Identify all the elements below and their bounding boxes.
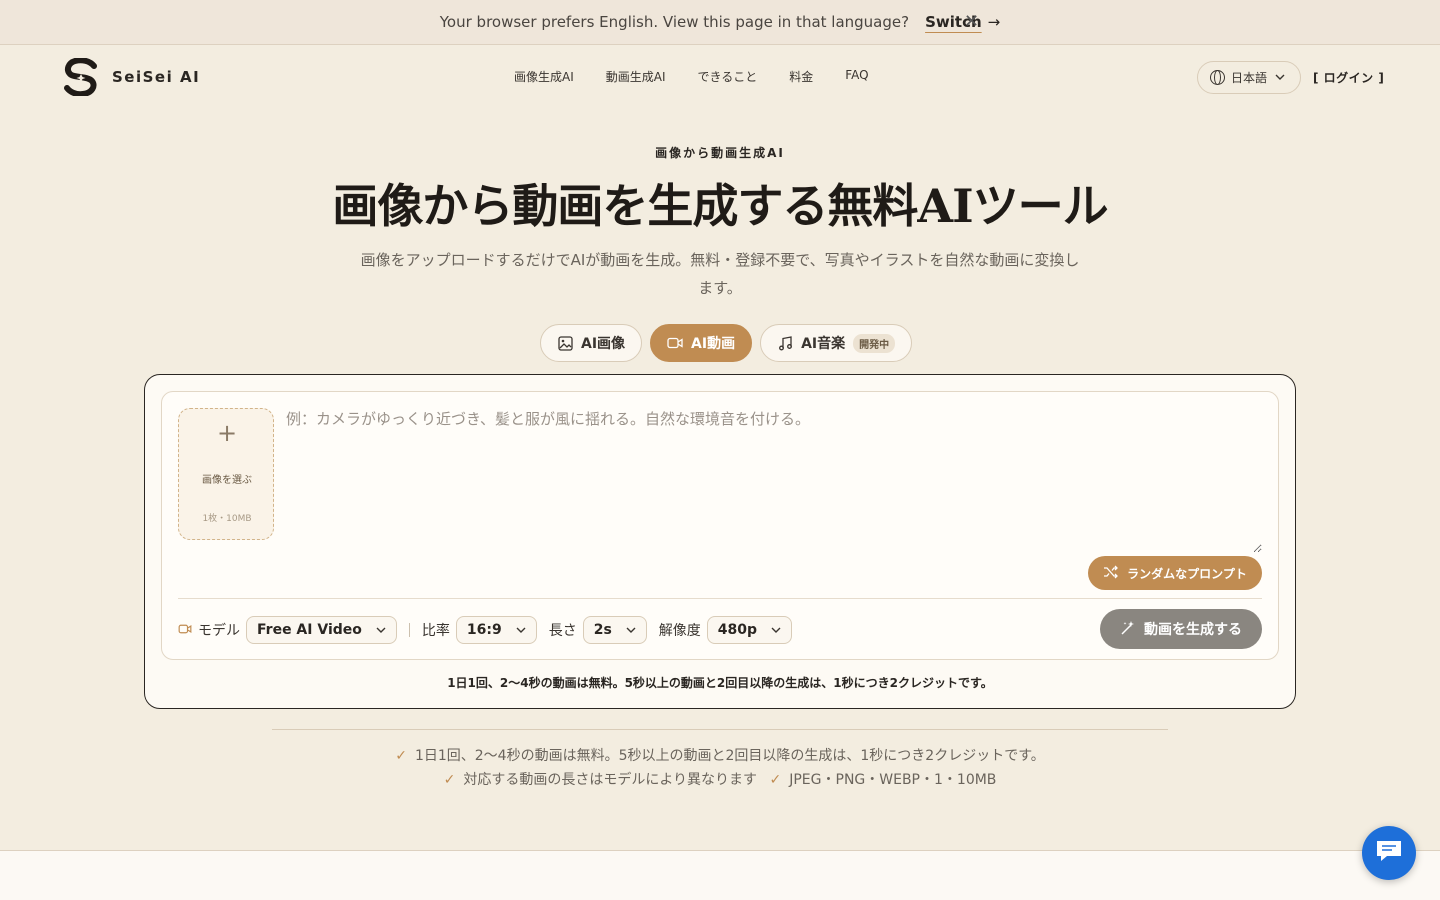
- status-badge: 開発中: [853, 333, 896, 353]
- ratio-select-value: 16:9: [466, 622, 502, 638]
- login-button[interactable]: [ ログイン ]: [1313, 69, 1384, 86]
- upload-label: 画像を選ぶ: [202, 475, 252, 486]
- plus-icon: +: [216, 419, 238, 447]
- ratio-label: 比率: [421, 623, 450, 639]
- page-title: 画像から動画を生成する無料AIツール: [332, 179, 1108, 233]
- chevron-down-icon: [771, 625, 781, 636]
- generate-video-label: 動画を生成する: [1144, 621, 1242, 637]
- tab-ai-music[interactable]: AI音楽 開発中: [760, 324, 913, 362]
- chat-bubble-icon: [1374, 838, 1404, 868]
- separator: [408, 623, 410, 637]
- model-select[interactable]: Free AI Video: [246, 616, 397, 644]
- chevron-down-icon: [1275, 72, 1285, 83]
- language-selector[interactable]: 日本語: [1197, 61, 1301, 94]
- random-prompt-label: ランダムなプロンプト: [1127, 566, 1247, 581]
- tab-ai-video-label: AI動画: [691, 336, 736, 352]
- tab-ai-music-label: AI音楽: [801, 336, 846, 352]
- resolution-select[interactable]: 480p: [706, 616, 793, 644]
- hero-subtitle-line1: 画像をアップロードするだけでAIが動画を生成。無料・登録不要で、写真やイラストを…: [360, 251, 1080, 269]
- nav-item-features[interactable]: できること: [698, 68, 758, 85]
- image-upload-dropzone[interactable]: + 画像を選ぶ 1枚・10MB: [178, 408, 274, 540]
- check-icon: ✓: [395, 748, 407, 764]
- site-header: SeiSei AI 画像生成AI 動画生成AI できること 料金 FAQ 日本語…: [0, 46, 1440, 110]
- nav-item-pricing[interactable]: 料金: [789, 68, 813, 85]
- ratio-select[interactable]: 16:9: [455, 616, 537, 644]
- next-section: [0, 850, 1440, 900]
- brand-name: SeiSei AI: [112, 68, 201, 86]
- arrow-right-icon[interactable]: →: [988, 13, 1001, 31]
- length-label: 長さ: [548, 623, 577, 639]
- tab-ai-image-label: AI画像: [581, 336, 626, 352]
- feature-note-2: ✓ 対応する動画の長さはモデルにより異なります ✓ JPEG・PNG・WEBP・1・…: [0, 768, 1440, 792]
- image-icon: [557, 335, 573, 351]
- tab-ai-image[interactable]: AI画像: [540, 324, 643, 362]
- divider: [272, 729, 1168, 730]
- hero-subtitle: 画像をアップロードするだけでAIが動画を生成。無料・登録不要で、写真やイラストを…: [330, 246, 1110, 302]
- logo-icon: [64, 57, 98, 98]
- language-selector-value: 日本語: [1231, 71, 1268, 85]
- prompt-input[interactable]: [286, 408, 1262, 553]
- check-icon: ✓: [769, 772, 782, 788]
- hero-eyebrow: 画像から動画生成AI: [655, 146, 785, 160]
- generation-settings: モデル Free AI Video 比率 16:9 長さ 2s 解像度 480p: [178, 615, 793, 645]
- feature-note-3-text: JPEG・PNG・WEBP・1・10MB: [789, 772, 997, 788]
- generator-card: + 画像を選ぶ 1枚・10MB ランダムなプロンプト モデル Free AI V…: [144, 374, 1296, 709]
- divider: [178, 598, 1262, 599]
- video-icon: [178, 623, 192, 637]
- chevron-down-icon: [626, 625, 636, 636]
- resolution-label: 解像度: [658, 623, 701, 639]
- length-select-value: 2s: [593, 622, 612, 638]
- chat-support-button[interactable]: [1362, 826, 1416, 880]
- generate-video-button[interactable]: 動画を生成する: [1100, 609, 1262, 649]
- resolution-select-value: 480p: [717, 622, 758, 638]
- nav-item-video-ai[interactable]: 動画生成AI: [606, 68, 666, 85]
- logo[interactable]: SeiSei AI: [64, 57, 201, 98]
- model-select-value: Free AI Video: [257, 622, 362, 638]
- main-nav: 画像生成AI 動画生成AI できること 料金 FAQ: [514, 68, 869, 85]
- feature-notes: ✓ 1日1回、2〜4秒の動画は無料。5秒以上の動画と2回目以降の生成は、1秒につき…: [0, 744, 1440, 792]
- feature-note-1-text: 1日1回、2〜4秒の動画は無料。5秒以上の動画と2回目以降の生成は、1秒につき2…: [414, 748, 1045, 764]
- chevron-down-icon: [376, 625, 386, 636]
- music-icon: [777, 335, 793, 351]
- hero-subtitle-line2: ます。: [698, 279, 742, 297]
- generator-tabs: AI画像 AI動画 AI音楽 開発中: [540, 324, 913, 362]
- pricing-note: 1日1回、2〜4秒の動画は無料。5秒以上の動画と2回目以降の生成は、1秒につき2…: [447, 676, 993, 690]
- generator-panel: + 画像を選ぶ 1枚・10MB ランダムなプロンプト モデル Free AI V…: [161, 391, 1279, 660]
- nav-item-faq[interactable]: FAQ: [845, 68, 868, 85]
- magic-wand-icon: [1120, 620, 1136, 639]
- upload-hint: 1枚・10MB: [202, 514, 252, 524]
- language-banner: Your browser prefers English. View this …: [0, 0, 1440, 45]
- video-icon: [667, 335, 683, 351]
- feature-note-2-text: 対応する動画の長さはモデルにより異なります: [463, 772, 758, 788]
- model-label: モデル: [198, 623, 240, 639]
- shuffle-icon: [1103, 565, 1119, 582]
- random-prompt-button[interactable]: ランダムなプロンプト: [1088, 556, 1262, 590]
- globe-icon: [1210, 70, 1225, 85]
- close-icon[interactable]: ✕: [964, 11, 979, 32]
- feature-note-1: ✓ 1日1回、2〜4秒の動画は無料。5秒以上の動画と2回目以降の生成は、1秒につき…: [0, 744, 1440, 768]
- length-select[interactable]: 2s: [582, 616, 647, 644]
- nav-item-image-ai[interactable]: 画像生成AI: [514, 68, 574, 85]
- chevron-down-icon: [516, 625, 526, 636]
- check-icon: ✓: [443, 772, 456, 788]
- language-banner-message: Your browser prefers English. View this …: [439, 13, 910, 31]
- tab-ai-video[interactable]: AI動画: [650, 324, 753, 362]
